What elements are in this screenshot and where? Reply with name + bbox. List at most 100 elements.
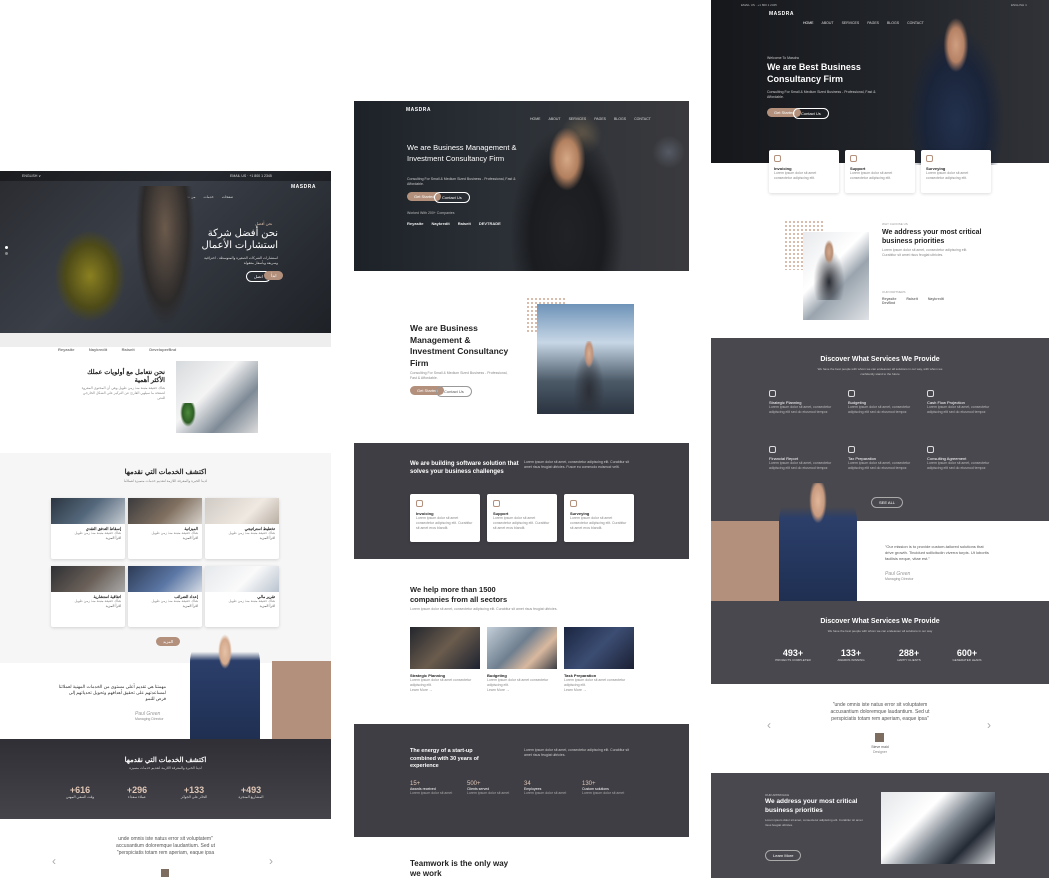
nav-item[interactable]: PAGES	[594, 117, 606, 121]
about-contact-button[interactable]: Contact Us	[436, 386, 472, 397]
learn-more-link[interactable]: Learn More →	[487, 688, 557, 693]
nav-item[interactable]: HOME	[803, 21, 814, 25]
chevron-left-icon[interactable]: ‹	[767, 718, 771, 732]
read-more-link[interactable]: اقرأ المزيد	[205, 604, 279, 609]
read-more-link[interactable]: اقرأ المزيد	[51, 536, 125, 541]
read-more-link[interactable]: اقرأ المزيد	[205, 536, 279, 541]
about-title: We are Business Management & Investment …	[410, 323, 509, 368]
services-title: اكتشف الخدمات التي نقدمها	[124, 469, 207, 476]
testimonial-line: accusantium doloremque laudantium. Sed u…	[116, 843, 215, 849]
help-title: We help more than 1500 companies from al…	[410, 585, 508, 604]
nav-item[interactable]: CONTACT	[634, 117, 651, 121]
contact-us-button[interactable]: Contact Us	[434, 192, 470, 203]
stat-label: GENERATED LEADS	[952, 658, 982, 662]
service-card[interactable]: تقرير مالي هناك حقيقة مثبتة منذ زمن طويل…	[205, 566, 279, 627]
help-card-image	[410, 627, 480, 669]
stats-sub: لدينا الخبرة والمعرفة اللازمة لتقديم خدم…	[129, 766, 202, 770]
nav-item[interactable]: CONTACT	[907, 21, 924, 25]
testimonial-line: unde omnis iste natus error sit voluptat…	[118, 836, 213, 842]
stat-label: المشاريع المنجزة	[238, 795, 264, 799]
service-text: Lorem ipsum dolor sit amet, consectetur …	[769, 461, 832, 470]
testimonial-text: "unde omnis iste natus error sit volupta…	[795, 702, 965, 723]
service-item[interactable]: Strategic Planning Lorem ipsum dolor sit …	[769, 390, 841, 415]
feature-card[interactable]: Support Lorem ipsum dolor sit amet conse…	[845, 150, 915, 193]
nav-item[interactable]: BLOGS	[887, 21, 899, 25]
middle-logo[interactable]: MASDRA	[406, 107, 431, 113]
chevron-right-icon[interactable]: ›	[269, 854, 273, 868]
nav-item[interactable]: خدمات	[203, 195, 213, 199]
stat-text: Lorem ipsum dolor sit amet	[467, 791, 510, 795]
service-card[interactable]: تخطيط استراتيجي هناك حقيقة مثبتة منذ زمن…	[205, 498, 279, 559]
nav-item[interactable]: BLOGS	[614, 117, 626, 121]
nav-item[interactable]: ABOUT	[549, 117, 561, 121]
right-logo[interactable]: MASDRA	[769, 11, 794, 17]
language-selector[interactable]: ENGLISH ∨	[1011, 3, 1027, 7]
left-logo[interactable]: MASDRA	[291, 184, 316, 190]
partner-logo: Naykredit	[88, 347, 108, 352]
chevron-left-icon[interactable]: ‹	[52, 854, 56, 868]
nav-item[interactable]: SERVICES	[842, 21, 860, 25]
service-card[interactable]: اتفاقية استشارية هناك حقيقة مثبتة منذ زم…	[51, 566, 125, 627]
quote-text: "Our mission is to provide custom-tailor…	[885, 544, 989, 561]
nav-item[interactable]: SERVICES	[569, 117, 587, 121]
learn-more-link[interactable]: Learn More →	[410, 688, 480, 693]
right-services-section	[711, 338, 1049, 521]
stat-item: 600+ GENERATED LEADS	[943, 648, 991, 662]
services-more-button[interactable]: المزيد	[156, 637, 181, 646]
nav-item[interactable]: ABOUT	[822, 21, 834, 25]
nav-item[interactable]: PAGES	[867, 21, 879, 25]
hero-start-button[interactable]: ابدأ	[264, 271, 284, 280]
hero-subtitle: Consulting For Small & Medium Sized Busi…	[407, 177, 516, 186]
learn-more-link[interactable]: Learn More →	[564, 688, 634, 693]
service-item[interactable]: Cash Flow Projection Lorem ipsum dolor si…	[927, 390, 999, 415]
stats-title: Discover What Services We Provide	[820, 618, 940, 625]
testimonial-text: unde omnis iste natus error sit voluptat…	[80, 836, 251, 857]
learn-more-button[interactable]: Learn More	[765, 850, 802, 861]
service-text: Lorem ipsum dolor sit amet, consectetur …	[927, 461, 990, 470]
language-selector[interactable]: ENGLISH ∨	[22, 174, 41, 178]
service-card-image	[128, 498, 202, 524]
help-card-text: Lorem ipsum dolor sit amet consectetur a…	[487, 678, 549, 687]
partner-logo: DevBnd	[882, 301, 896, 305]
chevron-right-icon[interactable]: ›	[987, 718, 991, 732]
priorities-kicker: WHY CHOOSE US	[882, 222, 908, 226]
stat-number: 133+	[840, 648, 862, 658]
feature-card-text: Lorem ipsum dolor sit amet consectetur a…	[926, 171, 969, 180]
nav-item[interactable]: صفحات	[222, 195, 233, 199]
service-card[interactable]: الميزانية هناك حقيقة مثبتة منذ زمن طويل …	[128, 498, 202, 559]
feature-card[interactable]: Support Lorem ipsum dolor sit amet conse…	[487, 494, 557, 542]
see-all-button[interactable]: SEE ALL	[871, 497, 904, 508]
stat-item: 288+ HAPPY CLIENTS	[885, 648, 933, 662]
service-item[interactable]: Budgeting Lorem ipsum dolor sit amet, con…	[848, 390, 920, 415]
feature-card[interactable]: Invoicing Lorem ipsum dolor sit amet con…	[410, 494, 480, 542]
support-icon	[850, 155, 857, 162]
service-item[interactable]: Consulting Agreement Lorem ipsum dolor si…	[927, 446, 999, 471]
nav-item[interactable]: HOME	[530, 117, 541, 121]
feature-card[interactable]: Surveying Lorem ipsum dolor sit amet con…	[564, 494, 634, 542]
feature-card[interactable]: Invoicing Lorem ipsum dolor sit amet con…	[769, 150, 839, 193]
read-more-link[interactable]: اقرأ المزيد	[128, 604, 202, 609]
software-title: We are building software solution that s…	[410, 461, 519, 475]
contact-us-button[interactable]: Contact Us	[793, 108, 829, 119]
partner-logo: DeveloperBnd	[149, 347, 177, 352]
service-item[interactable]: Financial Report Lorem ipsum dolor sit am…	[769, 446, 841, 471]
bottom-title: We address your most critical business p…	[765, 798, 858, 814]
energy-stat: 15+ Awards received Lorem ipsum dolor sit …	[410, 781, 460, 796]
help-card[interactable]: Budgeting Lorem ipsum dolor sit amet con…	[487, 627, 557, 699]
service-card[interactable]: إعداد الضرائب هناك حقيقة مثبتة منذ زمن ط…	[128, 566, 202, 627]
service-card[interactable]: إسقاط التدفق النقدي هناك حقيقة مثبتة منذ…	[51, 498, 125, 559]
service-card-title: تخطيط استراتيجي	[244, 526, 275, 531]
help-card[interactable]: Task Preparation Lorem ipsum dolor sit a…	[564, 627, 634, 699]
feature-card[interactable]: Surveying Lorem ipsum dolor sit amet con…	[921, 150, 991, 193]
slider-dots[interactable]	[5, 246, 8, 260]
read-more-link[interactable]: اقرأ المزيد	[128, 536, 202, 541]
read-more-link[interactable]: اقرأ المزيد	[51, 604, 125, 609]
stat-number: +616	[69, 785, 91, 795]
hero-partners: Reyasite Naykredit Raiseit DEVTRADE	[407, 221, 501, 226]
energy-stat: 500+ Clients served Lorem ipsum dolor sit …	[467, 781, 517, 796]
help-card[interactable]: Strategic Planning Lorem ipsum dolor sit…	[410, 627, 480, 699]
invoice-icon	[774, 155, 781, 162]
service-item[interactable]: Tax Preparation Lorem ipsum dolor sit ame…	[848, 446, 920, 471]
stat-item: +133 الحائز على الجوائز	[174, 785, 214, 799]
service-card-image	[51, 498, 125, 524]
